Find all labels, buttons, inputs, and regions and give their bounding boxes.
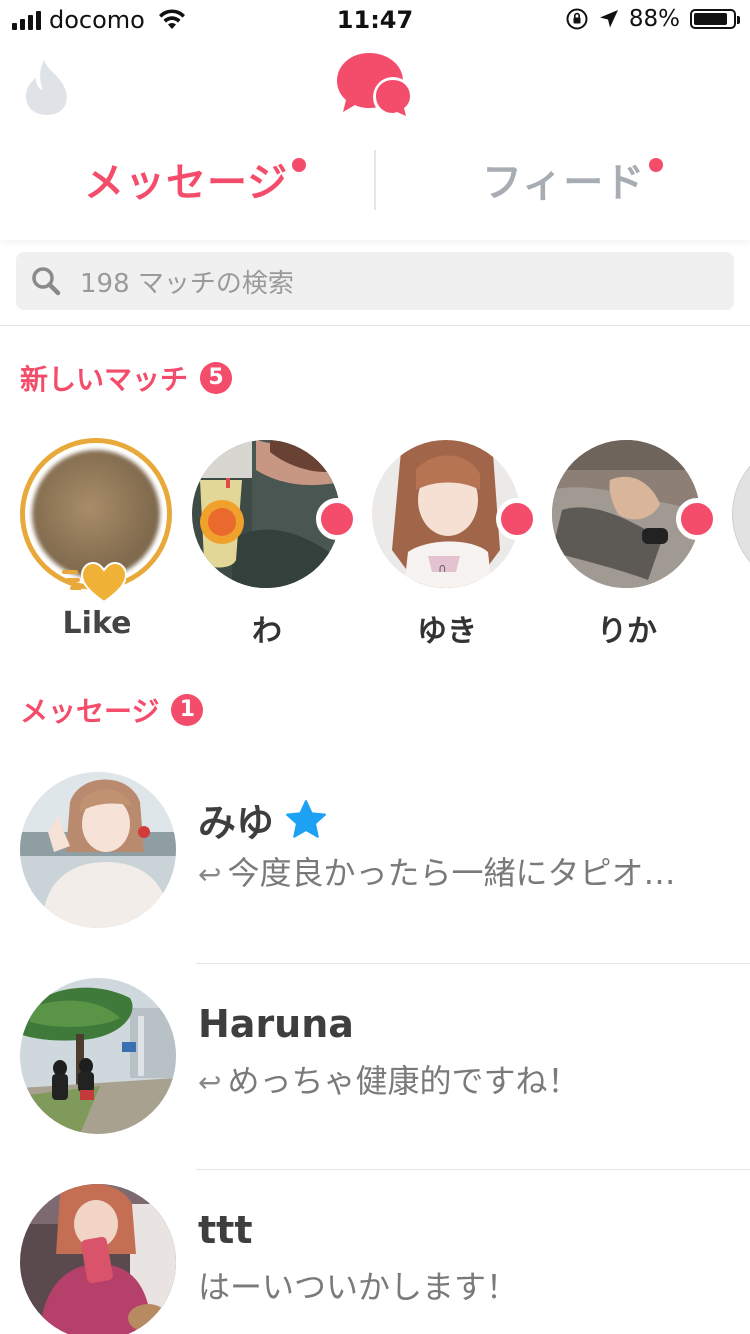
tab-messages[interactable]: メッセージ — [84, 150, 307, 214]
likes-blurred-photo — [32, 450, 160, 578]
new-match-dot — [676, 498, 718, 540]
conversation-name-text: みゆ — [198, 801, 275, 845]
tab-feed-label: フィード — [482, 160, 646, 206]
match-name: わ — [252, 614, 282, 649]
conversation-avatar — [20, 772, 176, 928]
new-match-dot — [496, 498, 538, 540]
messages-count-badge: 1 — [171, 694, 204, 726]
search-placeholder: 198 マッチの検索 — [80, 268, 294, 299]
new-matches-count-badge: 5 — [200, 362, 233, 394]
conversation-name-text: ttt — [198, 1208, 253, 1252]
conversation-name: みゆ — [198, 792, 328, 847]
row-divider — [196, 1169, 750, 1170]
messages-title: メッセージ — [20, 695, 160, 728]
match-item[interactable]: りか — [552, 440, 718, 649]
tab-feed-dot — [649, 158, 664, 172]
conversation-preview-text: はーいついかします！ — [198, 1268, 519, 1306]
conversation-row[interactable]: ttt はーいついかします！ — [0, 1182, 750, 1334]
conversation-preview: ↩ 今度良かったら一緒にタピオ… — [198, 848, 675, 894]
tab-messages-dot — [292, 158, 307, 172]
conversation-preview-text: めっちゃ健康的ですね！ — [227, 1062, 580, 1100]
row-divider — [196, 963, 750, 964]
tab-divider — [374, 150, 376, 210]
tab-feed[interactable]: フィード — [482, 150, 664, 214]
conversation-name-text: Haruna — [198, 1002, 354, 1046]
new-matches-header: 新しいマッチ 5 — [20, 358, 233, 398]
reply-icon: ↩ — [198, 1066, 222, 1099]
orientation-lock-icon — [566, 8, 588, 30]
status-bar: docomo 11:47 88% — [0, 0, 750, 40]
search-icon — [32, 267, 61, 296]
conversation-name: Haruna — [198, 1002, 354, 1046]
tab-messages-label: メッセージ — [84, 160, 289, 206]
conversation-preview-text: 今度良かったら一緒にタピオ… — [227, 854, 676, 892]
gold-heart-icon — [62, 561, 126, 604]
messages-screen: docomo 11:47 88% メッセージ フィード 198 マッチの検索 新… — [0, 0, 750, 1334]
conversation-row[interactable]: みゆ ↩ 今度良かったら一緒にタピオ… — [0, 770, 750, 970]
battery-percent: 88% — [628, 6, 680, 32]
new-match-dot — [316, 498, 358, 540]
flame-icon[interactable] — [22, 58, 72, 116]
match-name: りか — [597, 614, 657, 649]
messages-header: メッセージ 1 — [20, 690, 204, 730]
conversation-avatar — [20, 978, 176, 1134]
battery-icon — [690, 9, 740, 29]
match-item-partial[interactable] — [732, 440, 750, 588]
conversation-name: ttt — [198, 1208, 253, 1252]
match-name: ゆき — [417, 614, 477, 649]
star-icon — [286, 799, 327, 838]
conversation-avatar — [20, 1184, 176, 1334]
chat-bubbles-icon[interactable] — [335, 50, 415, 120]
match-item[interactable]: わ — [192, 440, 358, 649]
match-avatar — [732, 440, 750, 588]
location-arrow-icon — [599, 10, 618, 28]
conversation-preview: ↩ めっちゃ健康的ですね！ — [198, 1056, 579, 1102]
match-item[interactable]: ∩ ゆき — [372, 440, 538, 649]
divider — [0, 325, 750, 326]
likes-label: Like — [62, 606, 132, 641]
app-header: メッセージ フィード — [0, 40, 750, 240]
conversation-row[interactable]: Haruna ↩ めっちゃ健康的ですね！ — [0, 976, 750, 1176]
new-matches-title: 新しいマッチ — [20, 363, 189, 396]
conversation-preview: はーいついかします！ — [198, 1262, 518, 1308]
svg-text:∩: ∩ — [438, 561, 447, 575]
reply-icon: ↩ — [198, 858, 222, 891]
search-input[interactable]: 198 マッチの検索 — [16, 252, 734, 310]
